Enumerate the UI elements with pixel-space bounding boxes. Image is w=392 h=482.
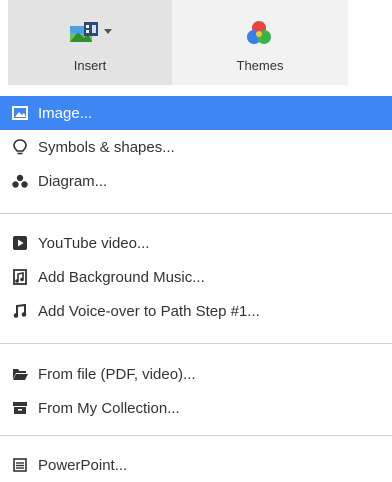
menu-item-label: From file (PDF, video)... xyxy=(38,365,196,383)
menu-item-label: Add Voice-over to Path Step #1... xyxy=(38,302,260,320)
menu-item-label: YouTube video... xyxy=(38,234,150,252)
menu-item-label: From My Collection... xyxy=(38,399,180,417)
insert-label: Insert xyxy=(73,58,107,73)
menu-item-from-file[interactable]: From file (PDF, video)... xyxy=(0,357,392,391)
insert-button[interactable]: Insert xyxy=(8,0,172,85)
menu-item-background-music[interactable]: Add Background Music... xyxy=(0,260,392,294)
menu-divider xyxy=(0,343,392,344)
folder-icon xyxy=(12,366,28,382)
menu-item-label: Diagram... xyxy=(38,172,108,190)
music-file-icon xyxy=(12,269,28,285)
insert-media-icon xyxy=(68,20,118,49)
menu-divider xyxy=(0,435,392,436)
themes-button[interactable]: Themes xyxy=(172,0,348,85)
menu-item-diagram[interactable]: Diagram... xyxy=(0,164,392,198)
youtube-icon xyxy=(12,235,28,251)
diagram-icon xyxy=(12,173,28,189)
menu-item-symbols-shapes[interactable]: Symbols & shapes... xyxy=(0,130,392,164)
image-icon xyxy=(12,105,28,121)
music-note-icon xyxy=(12,303,28,319)
lightbulb-icon xyxy=(12,139,28,155)
menu-item-from-collection[interactable]: From My Collection... xyxy=(0,391,392,425)
powerpoint-icon xyxy=(12,457,28,473)
menu-item-image[interactable]: Image... xyxy=(0,96,392,130)
collection-icon xyxy=(12,400,28,416)
menu-item-powerpoint[interactable]: PowerPoint... xyxy=(0,448,392,482)
menu-item-voice-over[interactable]: Add Voice-over to Path Step #1... xyxy=(0,294,392,328)
themes-icon xyxy=(247,20,271,51)
menu-item-label: Image... xyxy=(38,104,93,122)
menu-item-label: Add Background Music... xyxy=(38,268,205,286)
menu-divider xyxy=(0,213,392,214)
menu-item-youtube[interactable]: YouTube video... xyxy=(0,226,392,260)
toolbar: Insert Themes xyxy=(0,0,392,90)
menu-item-label: Symbols & shapes... xyxy=(38,138,175,156)
menu-item-label: PowerPoint... xyxy=(38,456,128,474)
themes-label: Themes xyxy=(236,58,284,73)
